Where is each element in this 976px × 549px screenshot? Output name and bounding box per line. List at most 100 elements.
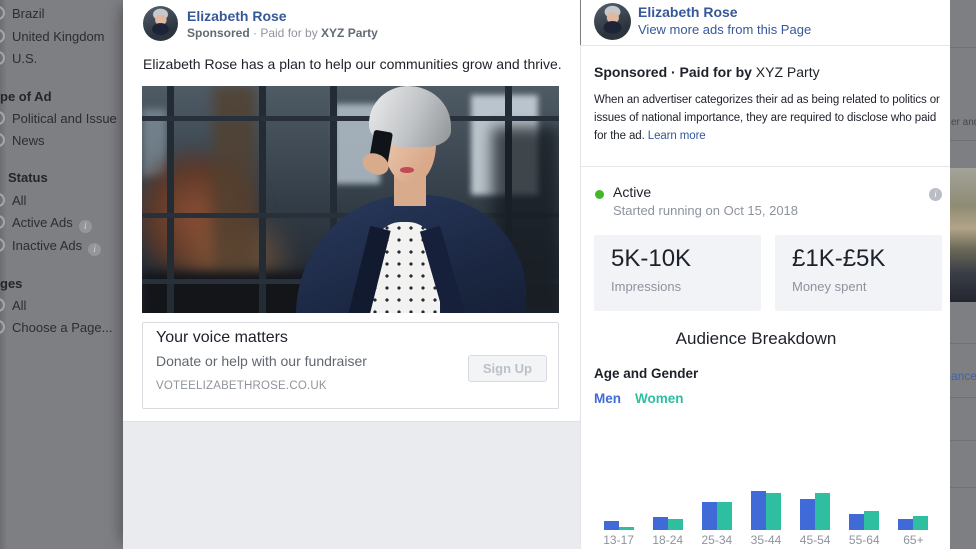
radio-icon[interactable] <box>0 133 5 147</box>
money-spent-stat-box: £1K-£5K Money spent <box>775 235 942 311</box>
info-icon[interactable] <box>929 188 942 201</box>
legend-women: Women <box>635 391 684 406</box>
dimmed-background-page: er and ance <box>950 0 976 549</box>
radio-icon[interactable] <box>0 320 5 334</box>
chart-bar-pair <box>898 460 929 530</box>
age-gender-chart: 13-17 18-24 25-34 35-44 45-54 55-64 65+ <box>594 460 938 548</box>
chart-group: 55-64 <box>840 460 889 548</box>
background-image-fragment <box>950 168 976 302</box>
page-name-link[interactable]: Elizabeth Rose <box>638 4 738 20</box>
chart-category-label: 65+ <box>903 533 924 547</box>
status-started-text: Started running on Oct 15, 2018 <box>613 203 799 218</box>
chart-bar-pair <box>652 460 683 530</box>
info-icon[interactable] <box>88 243 102 256</box>
background-divider <box>950 440 976 441</box>
political-disclosure-text: When an advertiser categorizes their ad … <box>594 91 944 145</box>
funder-name: XYZ Party <box>755 64 820 80</box>
chart-bar-pair <box>603 460 634 530</box>
sponsored-paid-for-by-label: Sponsored · Paid for by <box>594 64 752 80</box>
ad-preview-column: Elizabeth Rose Sponsored · Paid for by X… <box>123 0 580 549</box>
background-divider <box>950 140 976 141</box>
sidebar-item-label: United Kingdom <box>12 29 105 44</box>
chart-group: 35-44 <box>741 460 790 548</box>
bar-women <box>815 493 831 530</box>
money-spent-value: £1K-£5K <box>792 245 886 272</box>
radio-icon[interactable] <box>0 193 5 207</box>
sidebar-item-label: News <box>12 133 45 148</box>
bar-women <box>716 502 732 530</box>
filter-sidebar: Brazil United Kingdom U.S. pe of Ad Poli… <box>0 0 123 549</box>
bar-men <box>603 521 619 530</box>
sidebar-item-label: Brazil <box>12 6 45 21</box>
sidebar-item-label: U.S. <box>12 51 38 66</box>
chart-group: 65+ <box>889 460 938 548</box>
info-icon[interactable] <box>78 220 92 233</box>
chart-bar-pair <box>750 460 781 530</box>
radio-icon[interactable] <box>0 215 5 229</box>
bar-women <box>913 516 929 530</box>
audience-breakdown-title: Audience Breakdown <box>675 329 837 348</box>
sponsored-meta: Sponsored · Paid for by XYZ Party <box>187 26 378 40</box>
page-name-link[interactable]: Elizabeth Rose <box>187 8 287 24</box>
chart-bar-pair <box>849 460 880 530</box>
learn-more-link[interactable]: Learn more <box>648 130 706 142</box>
section-divider <box>581 166 950 167</box>
impressions-label: Impressions <box>611 279 682 294</box>
age-and-gender-label: Age and Gender <box>594 366 699 381</box>
chart-group: 25-34 <box>692 460 741 548</box>
bar-men <box>800 499 816 530</box>
background-divider <box>950 343 976 344</box>
ad-image[interactable] <box>142 86 559 313</box>
photo-lips <box>399 166 414 173</box>
money-spent-label: Money spent <box>792 279 867 294</box>
bar-men <box>898 519 914 530</box>
background-text-fragment: er and <box>951 117 976 128</box>
sidebar-section-header-pages: ges <box>0 276 23 291</box>
sidebar-item-label: Active Ads <box>12 215 73 230</box>
sidebar-item-label: Choose a Page... <box>12 320 113 335</box>
sponsored-meta: Sponsored · Paid for by XYZ Party <box>594 64 820 80</box>
sidebar-item-label: Political and Issue <box>12 111 117 126</box>
bar-men <box>701 502 717 530</box>
bar-women <box>667 519 683 530</box>
background-divider <box>950 397 976 398</box>
ad-body-text: Elizabeth Rose has a plan to help our co… <box>143 56 562 72</box>
view-more-ads-link[interactable]: View more ads from this Page <box>638 22 811 37</box>
radio-icon[interactable] <box>0 51 5 65</box>
ad-preview-card: Elizabeth Rose Sponsored · Paid for by X… <box>123 0 580 422</box>
sign-up-button[interactable]: Sign Up <box>467 355 547 382</box>
chart-category-label: 55-64 <box>848 533 880 547</box>
ad-details-column: Elizabeth Rose View more ads from this P… <box>581 0 950 549</box>
status-label: Active <box>613 184 652 200</box>
radio-icon[interactable] <box>0 29 5 43</box>
bar-women <box>765 493 781 530</box>
background-divider <box>950 487 976 488</box>
chart-bar-pair <box>800 460 831 530</box>
disclosure-body: When an advertiser categorizes their ad … <box>594 94 940 142</box>
chart-category-label: 18-24 <box>652 533 684 547</box>
section-divider <box>581 45 950 46</box>
radio-icon[interactable] <box>0 238 5 252</box>
chart-group: 13-17 <box>594 460 643 548</box>
ad-library-detail-screen: Brazil United Kingdom U.S. pe of Ad Poli… <box>0 0 976 549</box>
radio-icon[interactable] <box>0 111 5 125</box>
page-avatar[interactable] <box>143 6 178 41</box>
chart-category-label: 13-17 <box>603 533 634 547</box>
page-avatar[interactable] <box>594 3 631 40</box>
impressions-stat-box: 5K-10K Impressions <box>594 235 761 311</box>
active-status-dot-icon <box>595 190 604 199</box>
sidebar-section-header-type-of-ad: pe of Ad <box>0 89 52 104</box>
radio-icon[interactable] <box>0 298 5 312</box>
sidebar-item-label: Inactive Ads <box>12 238 83 253</box>
ad-link-card[interactable]: Your voice matters Donate or help with o… <box>142 322 559 409</box>
paid-for-by-label: · Paid for by <box>249 26 322 40</box>
radio-icon[interactable] <box>0 6 5 20</box>
bar-men <box>750 491 766 530</box>
bar-women <box>864 511 880 530</box>
chart-legend: Men Women <box>594 391 684 406</box>
chart-category-label: 45-54 <box>799 533 831 547</box>
bar-men <box>849 514 865 530</box>
bar-men <box>652 517 668 530</box>
chart-group: 45-54 <box>791 460 840 548</box>
background-link-fragment: ance <box>951 369 976 383</box>
